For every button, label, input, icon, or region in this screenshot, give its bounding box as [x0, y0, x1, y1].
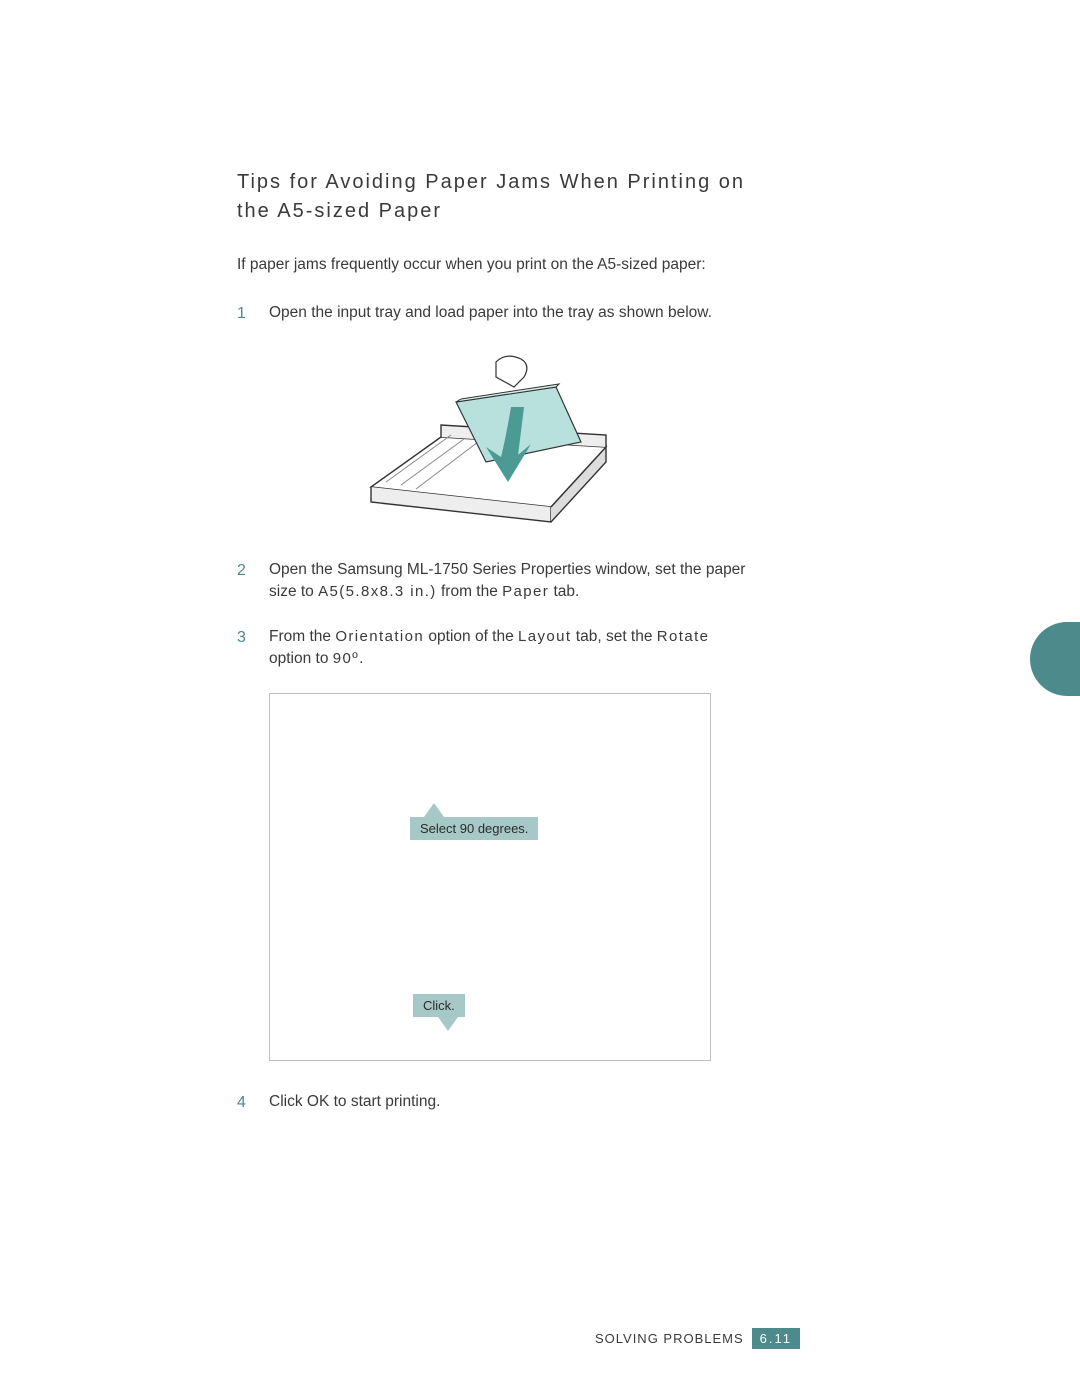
ui-term-layout: Layout — [518, 628, 571, 645]
step-2: 2 Open the Samsung ML-1750 Series Proper… — [237, 559, 749, 604]
step-3: 3 From the Orientation option of the Lay… — [237, 626, 749, 671]
side-tab — [1030, 622, 1080, 696]
step-number: 1 — [237, 302, 269, 325]
footer-page-number: 6.11 — [752, 1328, 800, 1349]
step-4: 4 Click OK to start printing. — [237, 1091, 749, 1114]
page-footer: SOLVING PROBLEMS 6.11 — [595, 1328, 800, 1349]
dialog-illustration-wrap: Select 90 degrees. Click. — [269, 693, 749, 1061]
footer-section: SOLVING PROBLEMS — [595, 1331, 744, 1346]
ui-term-rotate: Rotate — [657, 628, 710, 645]
step-number: 3 — [237, 626, 269, 671]
step-number: 4 — [237, 1091, 269, 1114]
step-text: Click OK to start printing. — [269, 1091, 749, 1114]
arrow-up-icon — [424, 803, 444, 817]
ui-term-90: 90º — [333, 650, 359, 667]
step-text: Open the input tray and load paper into … — [269, 302, 749, 325]
ui-term-orientation: Orientation — [335, 628, 424, 645]
callout-click: Click. — [413, 994, 465, 1017]
page-content: Tips for Avoiding Paper Jams When Printi… — [237, 168, 749, 1136]
step-text: Open the Samsung ML-1750 Series Properti… — [269, 559, 749, 604]
tray-illustration — [346, 347, 641, 529]
step-text: From the Orientation option of the Layou… — [269, 626, 749, 671]
section-title: Tips for Avoiding Paper Jams When Printi… — [237, 168, 749, 226]
step-1: 1 Open the input tray and load paper int… — [237, 302, 749, 325]
arrow-down-icon — [438, 1017, 458, 1031]
intro-text: If paper jams frequently occur when you … — [237, 254, 749, 276]
callout-select-90: Select 90 degrees. — [410, 817, 538, 840]
ui-term-a5: A5(5.8x8.3 in.) — [318, 583, 437, 600]
printer-tray-icon — [346, 347, 641, 529]
ui-term-paper: Paper — [502, 583, 549, 600]
dialog-placeholder: Select 90 degrees. Click. — [269, 693, 711, 1061]
step-number: 2 — [237, 559, 269, 604]
